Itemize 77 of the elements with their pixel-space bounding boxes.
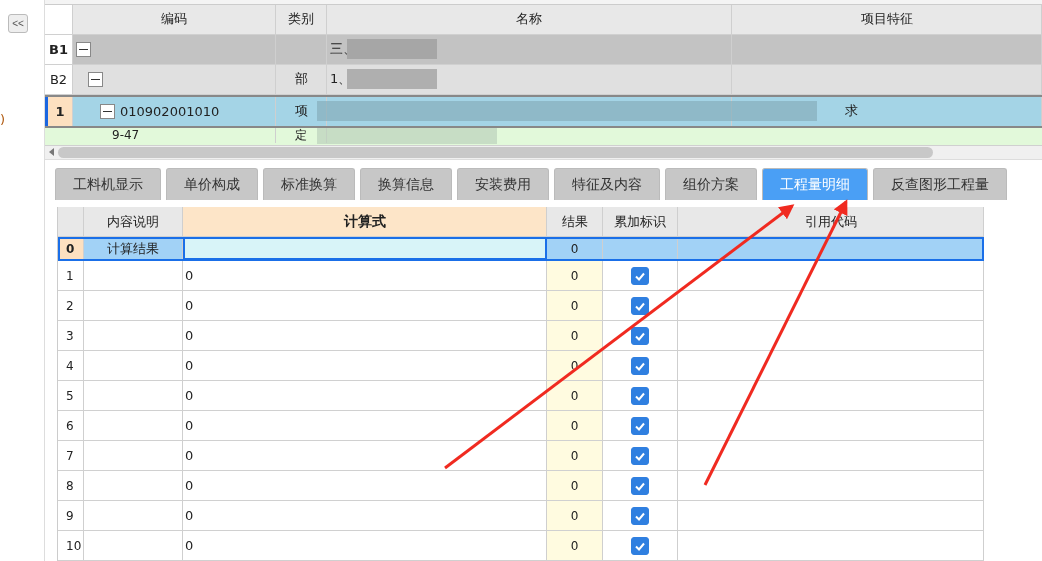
result-cell: 0 xyxy=(570,388,579,403)
column-header: 项目特征 xyxy=(732,4,1042,34)
table-row[interactable]: 10 0 0 xyxy=(58,531,984,561)
result-cell: 0 xyxy=(570,508,579,523)
tab[interactable]: 安装费用 xyxy=(457,168,549,200)
result-cell: 0 xyxy=(570,298,579,313)
column-header: 名称 xyxy=(327,4,732,34)
collapse-button[interactable]: << xyxy=(8,14,28,33)
column-header: 编码 xyxy=(73,4,276,34)
code-cell: 9-47 xyxy=(112,127,140,143)
table-row[interactable]: 5 0 0 xyxy=(58,381,984,411)
tab[interactable]: 单价构成 xyxy=(166,168,258,200)
formula-cell: 0 xyxy=(185,538,194,553)
checkbox[interactable] xyxy=(631,386,649,405)
row-header: 0 xyxy=(58,237,84,260)
table-row[interactable]: 0 计算结果 0 xyxy=(58,237,984,261)
formula-cell: 0 xyxy=(185,298,194,313)
table-row[interactable]: 2 0 0 xyxy=(58,291,984,321)
formula-cell: 0 xyxy=(185,448,194,463)
scrollbar-thumb[interactable] xyxy=(58,146,933,158)
checkbox[interactable] xyxy=(631,356,649,375)
checkbox[interactable] xyxy=(631,326,649,345)
result-cell: 0 xyxy=(570,448,579,463)
checkbox[interactable] xyxy=(631,506,649,525)
collapse-icon[interactable] xyxy=(88,71,103,87)
column-header: 类别 xyxy=(276,4,327,34)
result-cell: 0 xyxy=(570,268,579,283)
formula-cell: 0 xyxy=(185,418,194,433)
result-cell: 0 xyxy=(570,538,579,553)
column-header: 累加标识 xyxy=(603,207,678,236)
checkbox[interactable] xyxy=(631,446,649,465)
table-row[interactable]: 8 0 0 xyxy=(58,471,984,501)
checkbox[interactable] xyxy=(631,266,649,285)
name-cell: 三、 xyxy=(330,40,356,59)
result-cell: 0 xyxy=(570,241,579,256)
table-row[interactable]: 1 010902001010 项 求 xyxy=(45,94,1042,128)
column-header: 计算式 xyxy=(183,207,547,236)
feature-cell: 求 xyxy=(845,102,858,121)
formula-cell: 0 xyxy=(185,328,194,343)
table-row[interactable]: 9 0 0 xyxy=(58,501,984,531)
row-header: B2 xyxy=(45,64,73,94)
name-cell: 1、 xyxy=(330,70,352,89)
row-header: B1 xyxy=(45,34,73,64)
collapse-icon[interactable] xyxy=(76,41,91,57)
tab[interactable]: 特征及内容 xyxy=(554,168,660,200)
cut-off-text: ) xyxy=(0,112,6,127)
row-header: 1 xyxy=(45,96,73,126)
checkbox[interactable] xyxy=(631,476,649,495)
formula-cell: 0 xyxy=(185,388,194,403)
formula-cell: 0 xyxy=(185,508,194,523)
type-cell: 部 xyxy=(294,70,308,89)
tab[interactable]: 组价方案 xyxy=(665,168,757,200)
tab[interactable]: 标准换算 xyxy=(263,168,355,200)
table-row[interactable]: B1 三、 xyxy=(45,34,1042,65)
tab[interactable]: 反查图形工程量 xyxy=(873,168,1007,200)
table-row[interactable]: B2 部 1、 xyxy=(45,64,1042,95)
checkbox[interactable] xyxy=(631,536,649,555)
column-header: 结果 xyxy=(547,207,603,236)
description-cell: 计算结果 xyxy=(107,239,159,258)
formula-cell: 0 xyxy=(185,268,194,283)
formula-cell: 0 xyxy=(185,478,194,493)
result-cell: 0 xyxy=(570,478,579,493)
table-row[interactable]: 3 0 0 xyxy=(58,321,984,351)
table-row[interactable]: 1 0 0 xyxy=(58,261,984,291)
tab[interactable]: 工料机显示 xyxy=(55,168,161,200)
result-cell: 0 xyxy=(570,418,579,433)
tab[interactable]: 换算信息 xyxy=(360,168,452,200)
checkbox[interactable] xyxy=(631,296,649,315)
table-row[interactable]: 7 0 0 xyxy=(58,441,984,471)
checkbox[interactable] xyxy=(631,416,649,435)
type-cell: 项 xyxy=(294,102,308,121)
formula-cell: 0 xyxy=(185,358,194,373)
code-cell: 010902001010 xyxy=(120,103,220,119)
table-row[interactable]: 6 0 0 xyxy=(58,411,984,441)
result-cell: 0 xyxy=(570,328,579,343)
type-cell: 定 xyxy=(295,127,307,143)
collapse-icon[interactable] xyxy=(100,103,115,119)
